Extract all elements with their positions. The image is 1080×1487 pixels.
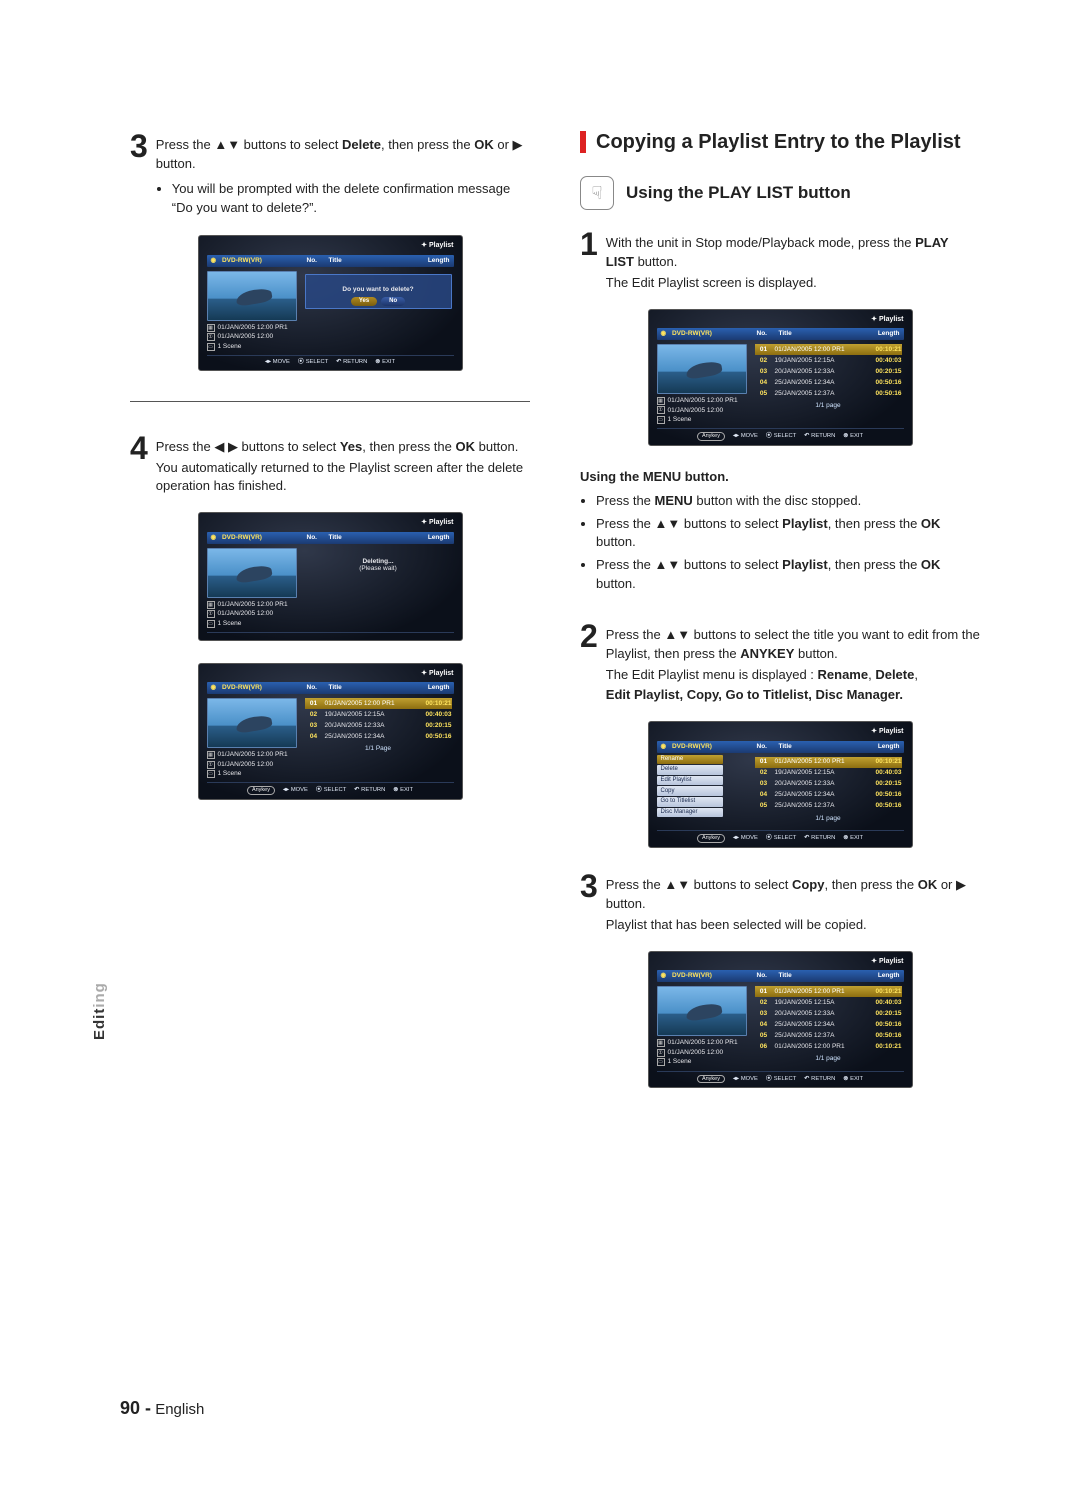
table-row[interactable]: 0101/JAN/2005 12:00 PR100:10:21: [305, 698, 452, 709]
side-tab: Editing: [92, 982, 107, 1040]
right-step-2: 2 Press the ▲▼ buttons to select the tit…: [580, 620, 980, 707]
step-number: 3: [130, 130, 148, 162]
table-row[interactable]: 0525/JAN/2005 12:37A00:50:16: [755, 388, 902, 399]
table-row[interactable]: 0320/JAN/2005 12:33A00:20:15: [755, 1008, 902, 1019]
screen-header: ◉ DVD-RW(VR) No. Title Length: [207, 255, 454, 267]
table-row[interactable]: 0320/JAN/2005 12:33A00:20:15: [305, 720, 452, 731]
anykey-icon: Anykey: [247, 786, 275, 795]
divider: [130, 401, 530, 402]
menu-item[interactable]: Go to Titlelist: [657, 797, 723, 807]
playlist-rows: 0101/JAN/2005 12:00 PR100:10:210219/JAN/…: [303, 694, 454, 778]
table-row[interactable]: 0320/JAN/2005 12:33A00:20:15: [755, 366, 902, 377]
screen-delete-confirm: Playlist ◉ DVD-RW(VR) No. Title Length ▦…: [198, 235, 463, 370]
table-row[interactable]: 0219/JAN/2005 12:15A00:40:03: [305, 709, 452, 720]
menu-bullet-list: Press the MENU button with the disc stop…: [596, 492, 980, 594]
section-heading: Copying a Playlist Entry to the Playlist: [580, 130, 980, 154]
menu-item[interactable]: Copy: [657, 786, 723, 796]
table-row[interactable]: 0320/JAN/2005 12:33A00:20:15: [755, 779, 902, 790]
right-column: Copying a Playlist Entry to the Playlist…: [580, 130, 980, 1110]
deleting-message: Deleting...: [305, 558, 452, 566]
side-menu-panel: RenameDeleteEdit PlaylistCopyGo to Title…: [657, 753, 753, 827]
table-row[interactable]: 0425/JAN/2005 12:34A00:50:16: [755, 377, 902, 388]
table-row[interactable]: 0425/JAN/2005 12:34A00:50:16: [305, 731, 452, 742]
right-step-1: 1 With the unit in Stop mode/Playback mo…: [580, 228, 980, 295]
hand-icon: ☟: [580, 176, 614, 210]
screen-left-panel: ▦01/JAN/2005 12:00 PR1 ①01/JAN/2005 12:0…: [207, 267, 303, 351]
left-step-4: 4 Press the ◀ ▶ buttons to select Yes, t…: [130, 432, 530, 499]
delete-confirm-note: You will be prompted with the delete con…: [172, 180, 530, 218]
menu-heading: Using the MENU button.: [580, 468, 980, 486]
step-text: Press the ▲▼ buttons to select Delete, t…: [156, 130, 530, 221]
menu-item[interactable]: Edit Playlist: [657, 776, 723, 786]
screen-edit-playlist: Playlist ◉ DVD-RW(VR) No. Title Length ▦…: [648, 309, 913, 446]
table-row[interactable]: 0101/JAN/2005 12:00 PR100:10:21: [755, 986, 902, 997]
thumbnail: [207, 698, 297, 748]
table-row[interactable]: 0101/JAN/2005 12:00 PR100:10:21: [755, 757, 902, 768]
subsection-heading: ☟ Using the PLAY LIST button: [580, 176, 980, 210]
screen-playlist-after-delete: Playlist ◉ DVD-RW(VR) No. Title Length ▦…: [198, 663, 463, 800]
menu-bullet: Press the MENU button with the disc stop…: [596, 492, 980, 511]
table-row[interactable]: 0219/JAN/2005 12:15A00:40:03: [755, 768, 902, 779]
screen-footer: ◂▸MOVE ⦿SELECT ↶RETURN ⊗EXIT: [207, 355, 454, 366]
thumbnail: [207, 548, 297, 598]
table-row[interactable]: 0425/JAN/2005 12:34A00:50:16: [755, 790, 902, 801]
menu-item[interactable]: Delete: [657, 765, 723, 775]
thumbnail: [207, 271, 297, 321]
menu-item[interactable]: Rename: [657, 755, 723, 765]
playlist-rows: 0101/JAN/2005 12:00 PR100:10:210219/JAN/…: [753, 753, 904, 827]
table-row[interactable]: 0219/JAN/2005 12:15A00:40:03: [755, 355, 902, 366]
left-step-3: 3 Press the ▲▼ buttons to select Delete,…: [130, 130, 530, 221]
anykey-menu: RenameDeleteEdit PlaylistCopyGo to Title…: [657, 755, 723, 817]
screen-deleting: Playlist ◉ DVD-RW(VR) No. Title Length ▦…: [198, 512, 463, 640]
playlist-rows: 0101/JAN/2005 12:00 PR100:10:210219/JAN/…: [753, 982, 904, 1067]
step-number: 4: [130, 432, 148, 464]
no-button[interactable]: No: [381, 297, 405, 306]
screen-title: Playlist: [207, 242, 454, 250]
right-step-3: 3 Press the ▲▼ buttons to select Copy, t…: [580, 870, 980, 937]
yes-button[interactable]: Yes: [351, 297, 377, 306]
screen-playlist-copied: Playlist ◉ DVD-RW(VR) No. Title Length ▦…: [648, 951, 913, 1089]
page-footer: 90 - English: [120, 1399, 204, 1417]
left-column: 3 Press the ▲▼ buttons to select Delete,…: [130, 130, 530, 1110]
table-row[interactable]: 0101/JAN/2005 12:00 PR100:10:21: [755, 344, 902, 355]
table-row[interactable]: 0601/JAN/2005 12:00 PR100:10:21: [755, 1041, 902, 1052]
screen-right-panel: Do you want to delete? Yes No: [303, 267, 454, 351]
confirm-message: Do you want to delete?: [309, 286, 448, 294]
playlist-rows: 0101/JAN/2005 12:00 PR100:10:210219/JAN/…: [753, 340, 904, 424]
menu-bullet: Press the ▲▼ buttons to select Playlist,…: [596, 556, 980, 594]
table-row[interactable]: 0219/JAN/2005 12:15A00:40:03: [755, 997, 902, 1008]
table-row[interactable]: 0525/JAN/2005 12:37A00:50:16: [755, 801, 902, 812]
step-text: Press the ◀ ▶ buttons to select Yes, the…: [156, 432, 530, 499]
thumbnail: [657, 986, 747, 1036]
table-row[interactable]: 0425/JAN/2005 12:34A00:50:16: [755, 1019, 902, 1030]
thumbnail: [657, 344, 747, 394]
menu-item[interactable]: Disc Manager: [657, 808, 723, 818]
screen-edit-playlist-menu: Playlist ◉ DVD-RW(VR) No. Title Length R…: [648, 721, 913, 848]
menu-bullet: Press the ▲▼ buttons to select Playlist,…: [596, 515, 980, 553]
disc-label: ◉ DVD-RW(VR): [207, 257, 303, 265]
heading-marker: [580, 131, 586, 153]
table-row[interactable]: 0525/JAN/2005 12:37A00:50:16: [755, 1030, 902, 1041]
